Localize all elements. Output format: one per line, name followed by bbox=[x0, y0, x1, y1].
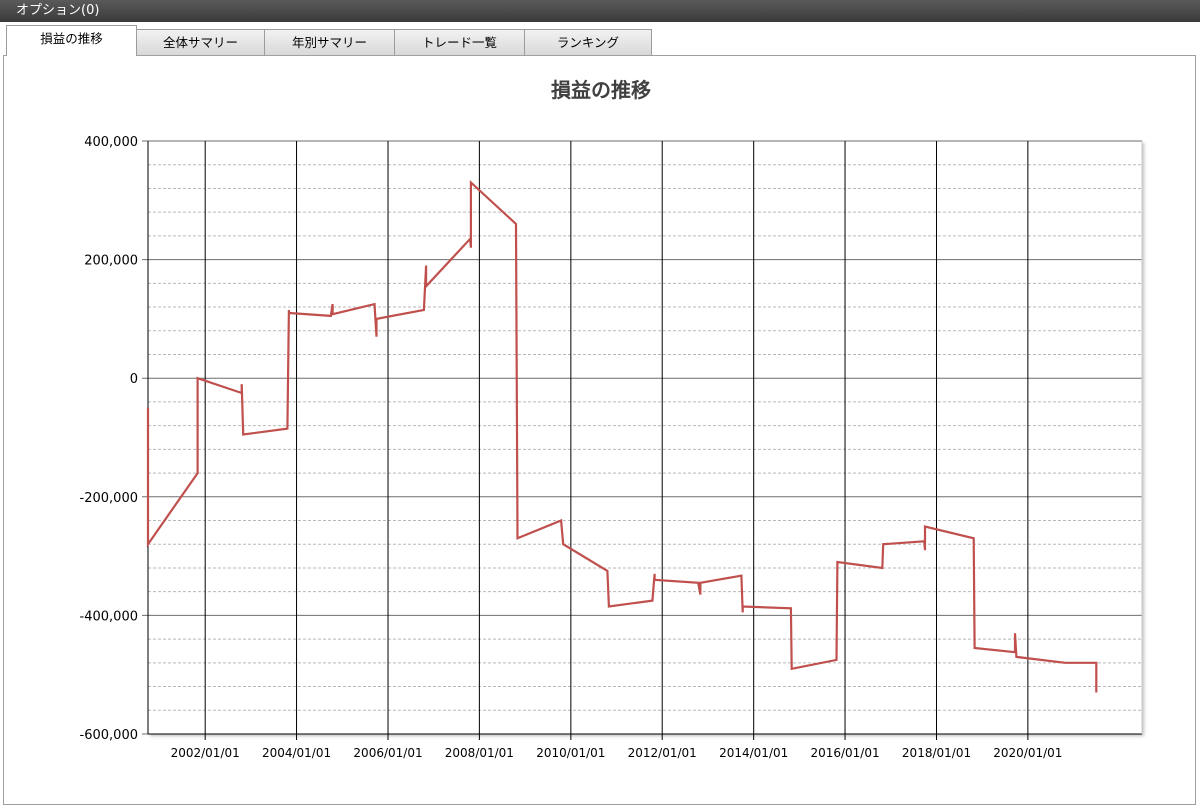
tab-overall-summary[interactable]: 全体サマリー bbox=[136, 29, 265, 55]
y-axis: 400,000 200,000 0 -200,000 -400,000 -600,000 bbox=[80, 135, 138, 743]
y-tick-label: 200,000 bbox=[84, 254, 138, 269]
y-tick-label: -400,000 bbox=[80, 609, 138, 624]
chart-title: 損益の推移 bbox=[551, 78, 651, 102]
x-tick-label: 2012/01/01 bbox=[628, 746, 697, 760]
x-tick-label: 2016/01/01 bbox=[810, 746, 879, 760]
x-tick-label: 2018/01/01 bbox=[902, 746, 971, 760]
tab-label: 全体サマリー bbox=[162, 35, 238, 50]
x-tick-label: 2006/01/01 bbox=[353, 746, 422, 760]
y-tick-label: 0 bbox=[130, 372, 138, 387]
tab-label: ランキング bbox=[556, 35, 620, 50]
x-tick-label: 2004/01/01 bbox=[262, 746, 331, 760]
window-titlebar: オプション(0) bbox=[0, 0, 1200, 22]
tab-label: 損益の推移 bbox=[40, 31, 103, 46]
profit-chart: 損益の推移 400,000 200,000 0 -200,000 -400,000 -60… bbox=[80, 78, 1143, 760]
y-tick-label: -200,000 bbox=[80, 491, 138, 506]
x-tick-label: 2020/01/01 bbox=[993, 746, 1062, 760]
y-tick-label: -600,000 bbox=[80, 728, 138, 743]
tab-ranking[interactable]: ランキング bbox=[524, 29, 652, 55]
tab-yearly-summary[interactable]: 年別サマリー bbox=[264, 29, 395, 55]
tab-bar: 損益の推移 全体サマリー 年別サマリー トレード一覧 ランキング bbox=[0, 22, 1200, 56]
tab-label: 年別サマリー bbox=[291, 35, 367, 50]
x-tick-label: 2002/01/01 bbox=[171, 746, 240, 760]
x-tick-label: 2010/01/01 bbox=[536, 746, 605, 760]
x-tick-label: 2014/01/01 bbox=[719, 746, 788, 760]
tab-label: トレード一覧 bbox=[421, 35, 497, 50]
tab-trade-list[interactable]: トレード一覧 bbox=[394, 29, 525, 55]
x-axis: 2002/01/01 2004/01/01 2006/01/01 2008/01/01… bbox=[171, 746, 1063, 760]
x-tick-label: 2008/01/01 bbox=[445, 746, 514, 760]
y-tick-label: 400,000 bbox=[84, 135, 138, 150]
tab-profit-trend[interactable]: 損益の推移 bbox=[6, 25, 137, 56]
plot-area bbox=[148, 141, 1142, 734]
window-title: オプション(0) bbox=[16, 3, 100, 18]
chart-panel: 損益の推移 400,000 200,000 0 -200,000 -400,000 -60… bbox=[3, 55, 1196, 805]
